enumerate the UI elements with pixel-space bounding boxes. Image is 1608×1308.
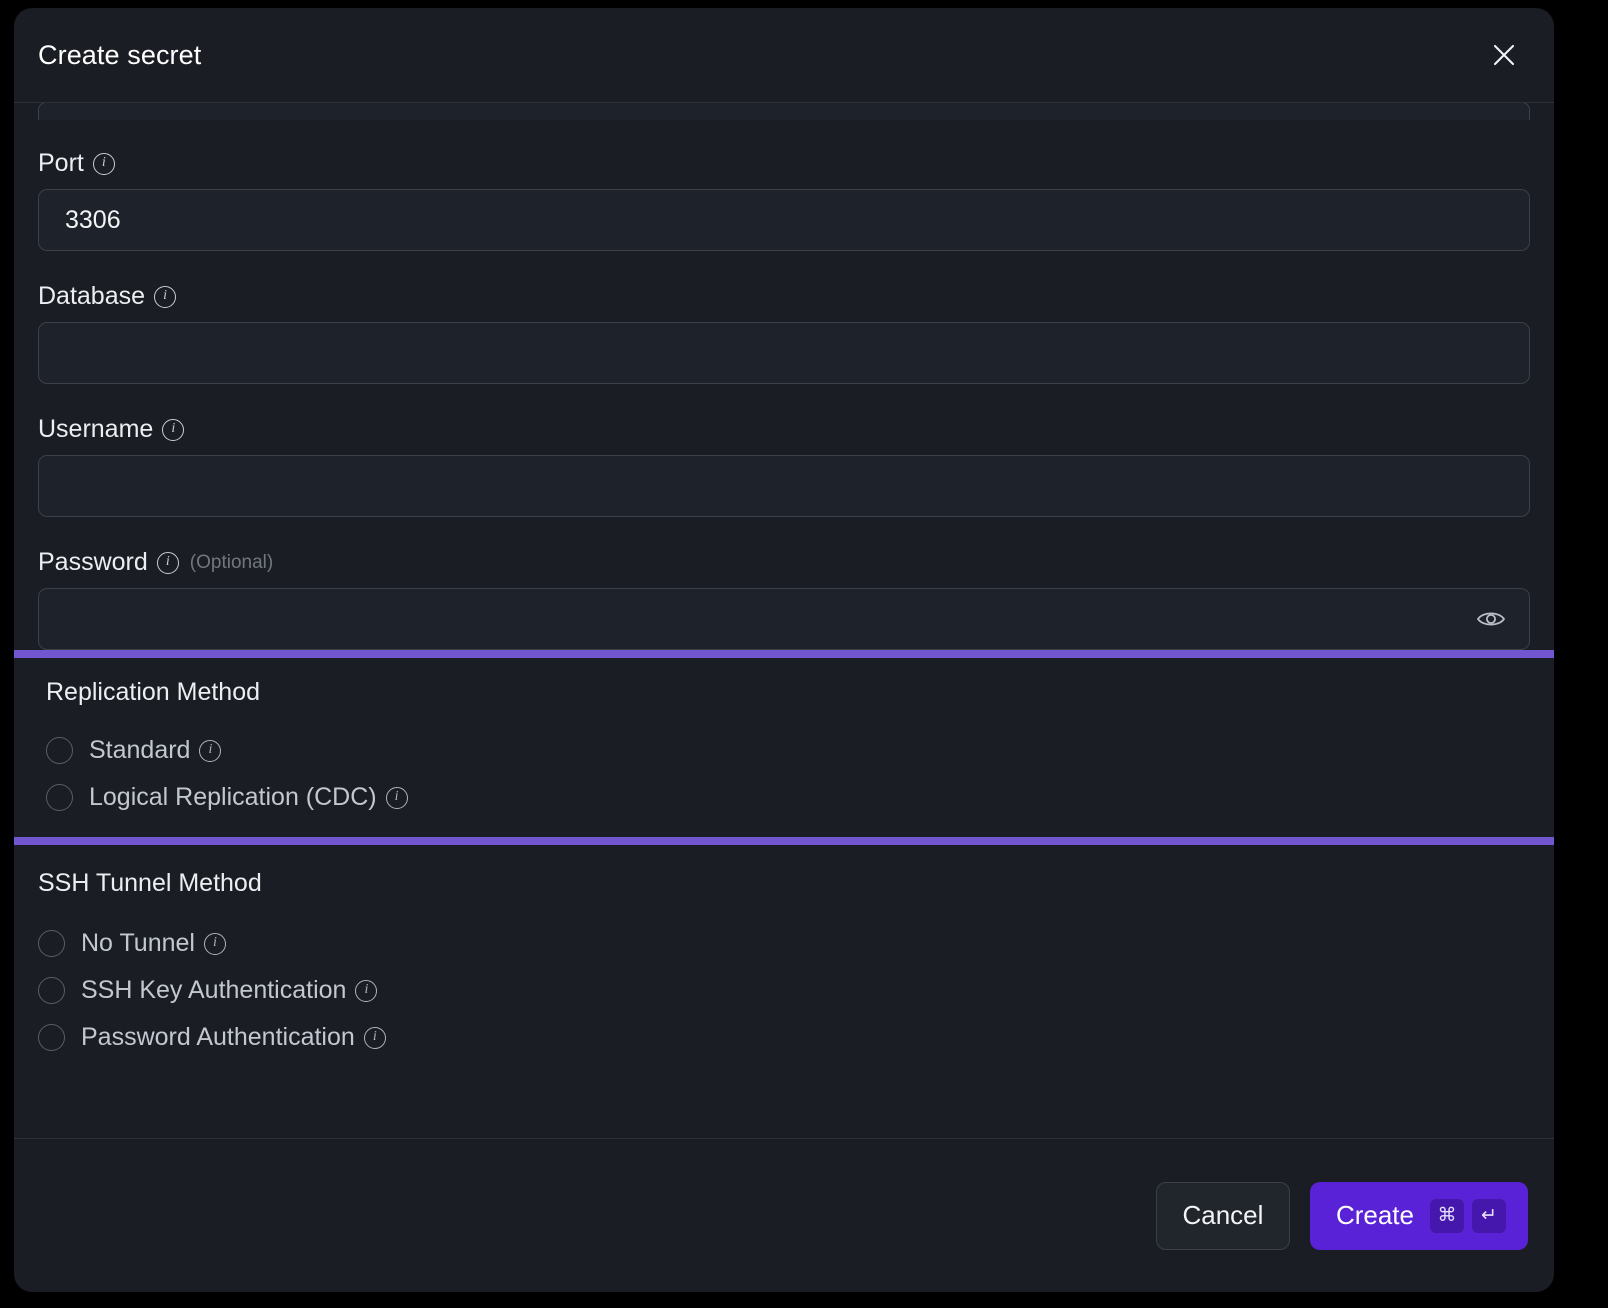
info-icon[interactable]: i [355,979,378,1002]
radio-indicator[interactable] [38,930,65,957]
radio-label: Logical Replication (CDC) i [89,783,408,812]
radio-label-text: Standard [89,736,191,764]
info-icon[interactable]: i [385,786,408,809]
field-label-text: Port [38,149,84,177]
radio-label: SSH Key Authentication i [81,976,378,1005]
info-icon[interactable]: i [92,152,115,175]
username-input[interactable] [38,455,1530,517]
field-label-username: Username i [38,417,1530,442]
dialog-header: Create secret [14,8,1554,103]
field-label-text: Password [38,548,148,576]
eye-icon[interactable] [1474,602,1508,636]
database-input[interactable] [38,322,1530,384]
radio-ssh-key-authentication[interactable]: SSH Key Authentication i [38,967,1530,1014]
ssh-tunnel-method-title: SSH Tunnel Method [38,869,262,897]
radio-label: Standard i [89,736,222,765]
radio-standard[interactable]: Standard i [46,727,1522,774]
clipped-field-above[interactable] [38,103,1530,120]
radio-indicator[interactable] [46,784,73,811]
radio-indicator[interactable] [38,977,65,1004]
radio-label-text: Logical Replication (CDC) [89,783,377,811]
keyboard-shortcut: ⌘ ↵ [1430,1198,1506,1233]
command-key-icon: ⌘ [1430,1198,1464,1233]
radio-indicator[interactable] [46,737,73,764]
optional-tag: (Optional) [189,552,274,573]
field-database: Database i [14,284,1554,384]
field-label-password: Password i (Optional) [38,550,1530,575]
info-icon[interactable]: i [154,285,177,308]
info-icon[interactable]: i [156,551,179,574]
dialog-body: Port i 3306 Database i Username i Passwo… [14,103,1554,1138]
info-icon[interactable]: i [363,1026,386,1049]
cancel-button[interactable]: Cancel [1155,1181,1290,1250]
replication-method-highlight: Replication Method Standard i Logical Re… [14,650,1554,845]
radio-indicator[interactable] [38,1024,65,1051]
create-secret-dialog: Create secret Port i 3306 Database i Use… [14,8,1554,1292]
password-input[interactable] [38,588,1530,650]
radio-label-text: No Tunnel [81,929,195,957]
radio-label: Password Authentication i [81,1023,386,1052]
field-label-text: Database [38,282,146,310]
enter-key-icon: ↵ [1472,1198,1506,1233]
radio-label: No Tunnel i [81,929,226,958]
replication-method-section: Replication Method Standard i Logical Re… [14,678,1554,821]
field-label-port: Port i [38,151,1530,176]
replication-method-title: Replication Method [46,678,261,706]
field-username: Username i [14,417,1554,517]
form-scroll-pane[interactable]: Port i 3306 Database i Username i Passwo… [14,103,1554,1138]
info-icon[interactable]: i [162,418,185,441]
dialog-footer: Cancel Create ⌘ ↵ [14,1138,1554,1292]
radio-logical-replication-cdc[interactable]: Logical Replication (CDC) i [46,774,1522,821]
port-input[interactable]: 3306 [38,189,1530,251]
close-icon[interactable] [1484,35,1524,75]
field-label-database: Database i [38,284,1530,309]
create-button[interactable]: Create ⌘ ↵ [1309,1181,1528,1250]
radio-label-text: Password Authentication [81,1023,355,1051]
create-button-label: Create [1335,1200,1414,1230]
field-port: Port i 3306 [14,151,1554,251]
info-icon[interactable]: i [199,739,222,762]
info-icon[interactable]: i [203,932,226,955]
field-password: Password i (Optional) [14,550,1554,650]
radio-password-authentication[interactable]: Password Authentication i [38,1014,1530,1061]
radio-label-text: SSH Key Authentication [81,976,347,1004]
field-label-text: Username [38,415,154,443]
dialog-title: Create secret [38,39,202,70]
ssh-tunnel-method-section: SSH Tunnel Method No Tunnel i SSH Key Au… [14,869,1554,1061]
radio-no-tunnel[interactable]: No Tunnel i [38,920,1530,967]
